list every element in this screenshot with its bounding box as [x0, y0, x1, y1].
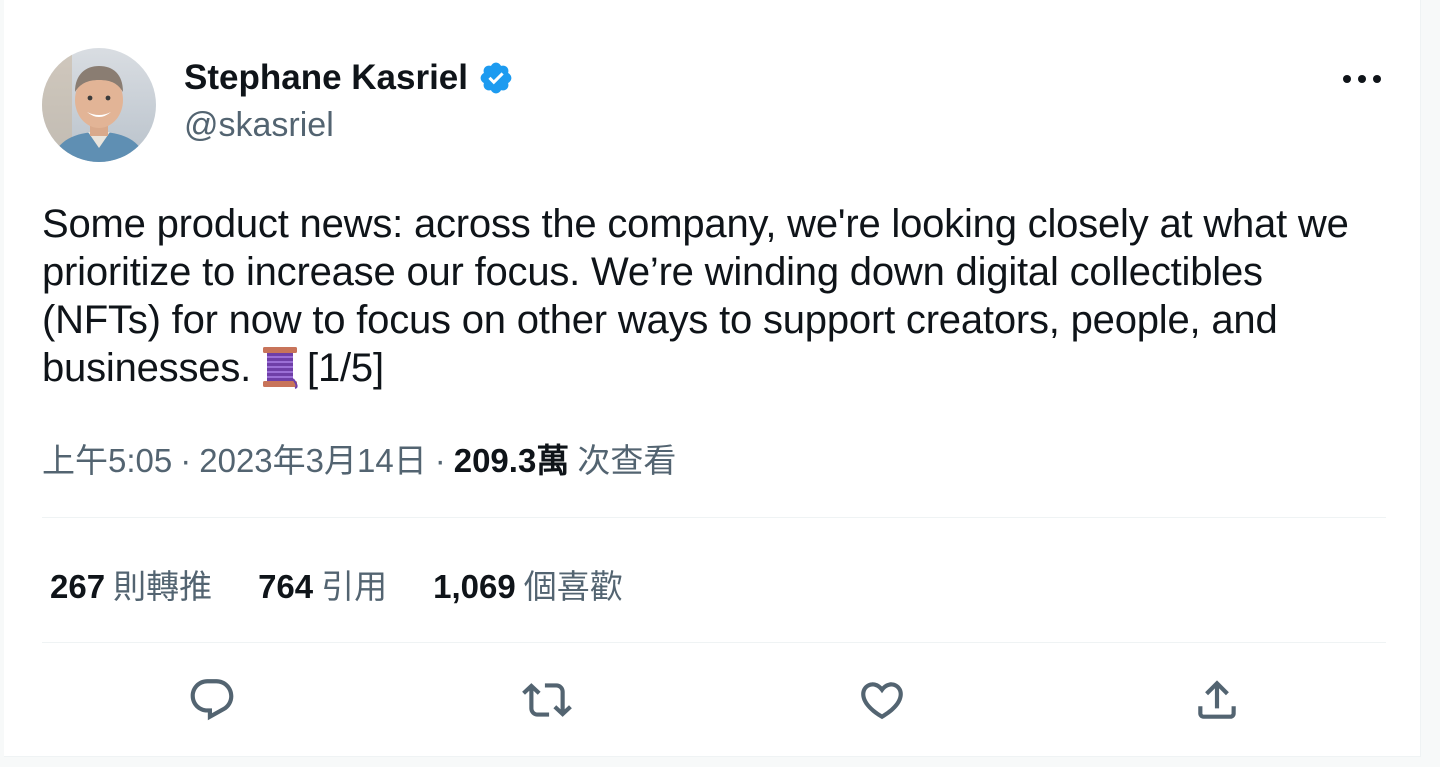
- meta-separator: ·: [180, 442, 192, 479]
- name-row: Stephane Kasriel: [184, 58, 514, 98]
- tweet-header: Stephane Kasriel @skasriel: [42, 48, 1386, 164]
- divider: [42, 517, 1386, 518]
- tweet-card: Stephane Kasriel @skasriel Some product …: [4, 0, 1421, 757]
- likes-stat[interactable]: 1,069 個喜歡: [433, 560, 623, 608]
- reply-icon: [190, 679, 234, 721]
- quotes-count: 764: [258, 568, 314, 605]
- avatar[interactable]: [42, 48, 156, 162]
- tweet-time[interactable]: 上午5:05: [42, 434, 172, 482]
- divider: [42, 642, 1386, 643]
- tweet-body-text: Some product news: across the company, w…: [42, 202, 1349, 390]
- reply-button[interactable]: [180, 668, 244, 732]
- author-handle[interactable]: @skasriel: [184, 106, 514, 145]
- share-icon: [1198, 680, 1236, 719]
- engagement-stats: 267 則轉推 764 引用 1,069 個喜歡: [50, 560, 669, 608]
- share-button[interactable]: [1185, 668, 1249, 732]
- retweet-button[interactable]: [515, 668, 579, 732]
- user-info: Stephane Kasriel @skasriel: [184, 58, 514, 145]
- action-bar: [42, 668, 1386, 732]
- views-count[interactable]: 209.3萬: [454, 434, 570, 482]
- meta-separator: ·: [434, 442, 446, 479]
- retweets-stat[interactable]: 267 則轉推: [50, 560, 212, 608]
- more-options-button[interactable]: [1338, 62, 1386, 96]
- retweets-label: 則轉推: [113, 568, 213, 605]
- tweet-meta: 上午5:05 · 2023年3月14日 · 209.3萬 次查看: [42, 434, 676, 482]
- likes-count: 1,069: [433, 568, 516, 605]
- likes-label: 個喜歡: [523, 568, 623, 605]
- retweets-count: 267: [50, 568, 106, 605]
- more-dots-icon: [1343, 75, 1381, 83]
- like-icon: [861, 682, 903, 720]
- thread-counter: [1/5]: [307, 346, 384, 390]
- quotes-label: 引用: [321, 568, 388, 605]
- quotes-stat[interactable]: 764 引用: [258, 560, 387, 608]
- like-button[interactable]: [850, 668, 914, 732]
- author-display-name[interactable]: Stephane Kasriel: [184, 58, 468, 98]
- spool-of-thread-icon: [263, 347, 298, 389]
- avatar-image: [42, 48, 156, 162]
- tweet-text: Some product news: across the company, w…: [42, 200, 1372, 392]
- tweet-date[interactable]: 2023年3月14日: [199, 434, 426, 482]
- verified-badge-icon[interactable]: [478, 60, 514, 96]
- retweet-icon: [522, 683, 572, 717]
- views-label: 次查看: [577, 442, 677, 479]
